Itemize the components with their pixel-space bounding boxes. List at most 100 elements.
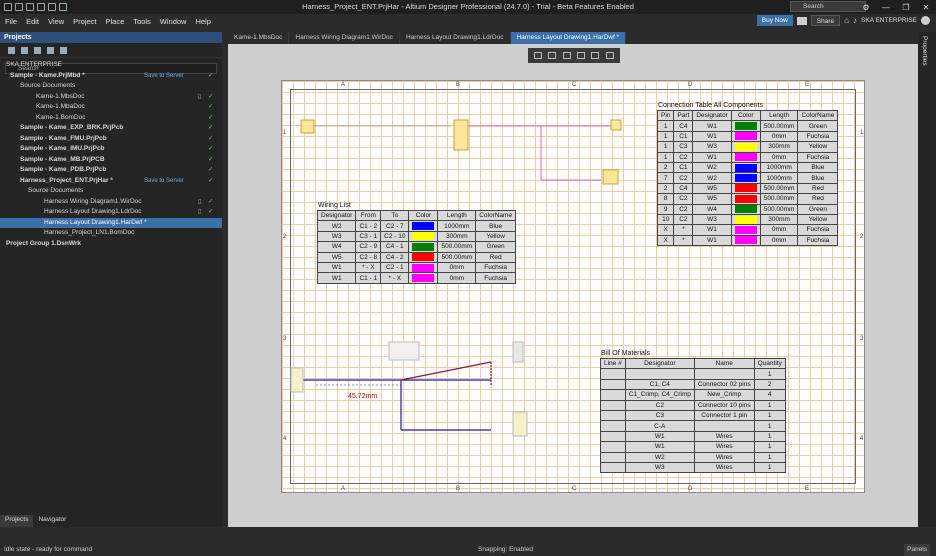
menu-item[interactable]: Place bbox=[106, 17, 125, 26]
menu-item[interactable]: Tools bbox=[133, 17, 151, 26]
document-tab[interactable]: Harness Layout Drawing1.HarDwf * bbox=[510, 32, 627, 44]
chat-icon[interactable] bbox=[796, 16, 807, 25]
project-tree-item[interactable]: Harness_Project_LN1.BomDoc bbox=[0, 228, 222, 239]
table-cell: W1 bbox=[692, 130, 732, 143]
table-cell: 500.00mm bbox=[759, 182, 799, 195]
table-cell: W1 bbox=[692, 224, 732, 236]
project-tree-item[interactable]: Kame-1.MbaDoc ✓ bbox=[0, 102, 222, 113]
share-button[interactable]: Share bbox=[810, 15, 841, 26]
color-swatch-cell bbox=[730, 193, 761, 205]
panels-button[interactable]: Panels bbox=[904, 544, 930, 556]
project-tree-item[interactable]: Sample - Kame.PrjMbd * Save to Server ✓ bbox=[0, 71, 222, 82]
settings-icon[interactable]: ⚙ bbox=[856, 0, 876, 14]
table-cell: W3 bbox=[692, 213, 732, 226]
color-swatch bbox=[734, 142, 757, 151]
table-icon[interactable] bbox=[548, 52, 557, 59]
link-icon[interactable] bbox=[577, 52, 586, 59]
table-cell: 300mm bbox=[437, 230, 477, 243]
color-swatch-cell bbox=[730, 234, 761, 247]
table-cell: C2 - 9 bbox=[355, 241, 382, 253]
table-cell: * bbox=[673, 234, 694, 247]
project-tree-item[interactable]: SKA ENTERPRISE bbox=[0, 60, 222, 71]
tree-item-label: Source Documents bbox=[28, 187, 84, 194]
menu-item[interactable]: Window bbox=[160, 17, 187, 26]
table-header: Designator bbox=[624, 357, 695, 370]
table-cell: 300mm bbox=[759, 141, 799, 153]
document-tab[interactable]: Harness Layout Drawing1.LdrDoc bbox=[400, 32, 511, 44]
minimize-button[interactable]: — bbox=[876, 0, 896, 14]
table-cell: W1 bbox=[692, 151, 732, 163]
user-avatar[interactable] bbox=[921, 16, 930, 25]
color-swatch-cell bbox=[730, 182, 761, 195]
project-tree-item[interactable]: Kame-1.MbsDoc ▯ ✓ bbox=[0, 92, 222, 103]
save-to-server-link[interactable]: Save to Server bbox=[144, 176, 184, 187]
table-row: 1 bbox=[600, 368, 786, 380]
panel-title: Projects bbox=[0, 32, 222, 43]
panel-tab[interactable]: Navigator bbox=[33, 515, 71, 527]
list-icon[interactable] bbox=[591, 52, 600, 59]
home-icon[interactable]: ⌂ bbox=[844, 16, 849, 25]
open-folder-icon[interactable] bbox=[34, 46, 41, 54]
filter-icon[interactable] bbox=[534, 52, 543, 59]
project-tree-item[interactable]: Sample - Kame_EXP_BRK.PrjPcb ✓ bbox=[0, 123, 222, 134]
table-header: Designator bbox=[692, 109, 732, 122]
tree-item-label: Sample - Kame_PDB.PrjPcb bbox=[20, 166, 107, 173]
maximize-button[interactable]: ❐ bbox=[896, 0, 916, 14]
table-header: From bbox=[355, 209, 382, 222]
menu-item[interactable]: File bbox=[5, 17, 17, 26]
table-cell: C1 - 2 bbox=[355, 220, 382, 232]
table-cell: Connector 02 pins bbox=[693, 378, 755, 391]
menu-item[interactable]: Help bbox=[195, 17, 210, 26]
connector-c4-symbol bbox=[602, 169, 619, 185]
panel-tab[interactable]: Projects bbox=[0, 515, 34, 527]
project-tree-item[interactable]: Sample - Kame_MB.PrjPCB ✓ bbox=[0, 155, 222, 166]
project-tree-item[interactable]: Source Documents bbox=[0, 186, 222, 197]
color-swatch bbox=[734, 236, 757, 245]
project-tree-item[interactable]: Kame-1.BomDoc ✓ bbox=[0, 113, 222, 124]
buy-now-button[interactable]: Buy Now bbox=[756, 15, 793, 26]
save-to-server-link[interactable]: Save to Server bbox=[144, 71, 184, 82]
table-cell: 1000mm bbox=[759, 161, 799, 174]
table-cell: Connector 10 pins bbox=[693, 399, 755, 411]
project-tree-item[interactable]: Sample - Kame_IMU.PrjPcb ✓ bbox=[0, 144, 222, 155]
table-cell: Yellow bbox=[475, 230, 517, 243]
workspace-name[interactable]: SKA ENTERPRISE bbox=[861, 17, 917, 24]
color-swatch-cell bbox=[730, 203, 761, 215]
project-tree-item[interactable]: Harness Wiring Diagram1.WirDoc ▯ ✓ bbox=[0, 197, 222, 208]
project-tree-item[interactable]: Harness_Project_ENT.PrjHar * Save to Serv… bbox=[0, 176, 222, 187]
table-cell: C4 bbox=[673, 120, 694, 132]
table-cell: X bbox=[656, 224, 675, 236]
color-swatch bbox=[412, 253, 435, 262]
properties-tab[interactable]: Properties bbox=[921, 36, 928, 66]
tree-item-label: Sample - Kame_MB.PrjPCB bbox=[20, 155, 105, 163]
table-cell: 0mm bbox=[437, 261, 477, 274]
table-cell bbox=[624, 368, 695, 380]
table-cell bbox=[600, 430, 626, 443]
close-doc-icon[interactable] bbox=[47, 46, 54, 54]
close-button[interactable]: ✕ bbox=[916, 0, 936, 14]
project-tree-item[interactable]: Harness Layout Drawing1.HarDwf * bbox=[0, 217, 222, 228]
compile-icon[interactable] bbox=[21, 46, 28, 54]
bell-icon[interactable]: ♪ bbox=[853, 16, 857, 25]
project-tree-item[interactable]: Source Documents bbox=[0, 81, 222, 92]
table-row: X * W1 0mm Fuchsia bbox=[656, 234, 839, 247]
save-project-icon[interactable] bbox=[8, 46, 15, 54]
table-header: Color bbox=[408, 209, 439, 222]
global-search-input[interactable]: Search bbox=[790, 1, 866, 12]
document-tab[interactable]: Kame-1.MbsDoc bbox=[228, 32, 290, 44]
menu-item[interactable]: Project bbox=[73, 17, 96, 26]
menu-item[interactable]: Edit bbox=[26, 17, 39, 26]
menu-item[interactable]: View bbox=[48, 17, 64, 26]
panel-tabs: Projects Navigator bbox=[0, 515, 222, 527]
project-tree-item[interactable]: Project Group 1.DsnWrk bbox=[0, 239, 222, 250]
project-tree-item[interactable]: Sample - Kame_PDB.PrjPcb ✓ bbox=[0, 165, 222, 176]
table-row: 9 C2 W4 500.00mm Green bbox=[656, 203, 839, 215]
chart-icon[interactable] bbox=[562, 52, 571, 59]
gear-icon[interactable] bbox=[60, 46, 67, 54]
project-tree-item[interactable]: Harness Layout Drawing1.LdrDoc ▯ ✓ bbox=[0, 207, 222, 218]
line-icon[interactable] bbox=[605, 52, 614, 59]
project-tree-item[interactable]: Sample - Kame_FMU.PrjPcb ✓ bbox=[0, 134, 222, 145]
document-tab[interactable]: Harness Wiring Diagram1.WirDoc bbox=[289, 32, 400, 44]
color-swatch-cell bbox=[730, 161, 761, 174]
table-cell: Red bbox=[797, 193, 839, 205]
